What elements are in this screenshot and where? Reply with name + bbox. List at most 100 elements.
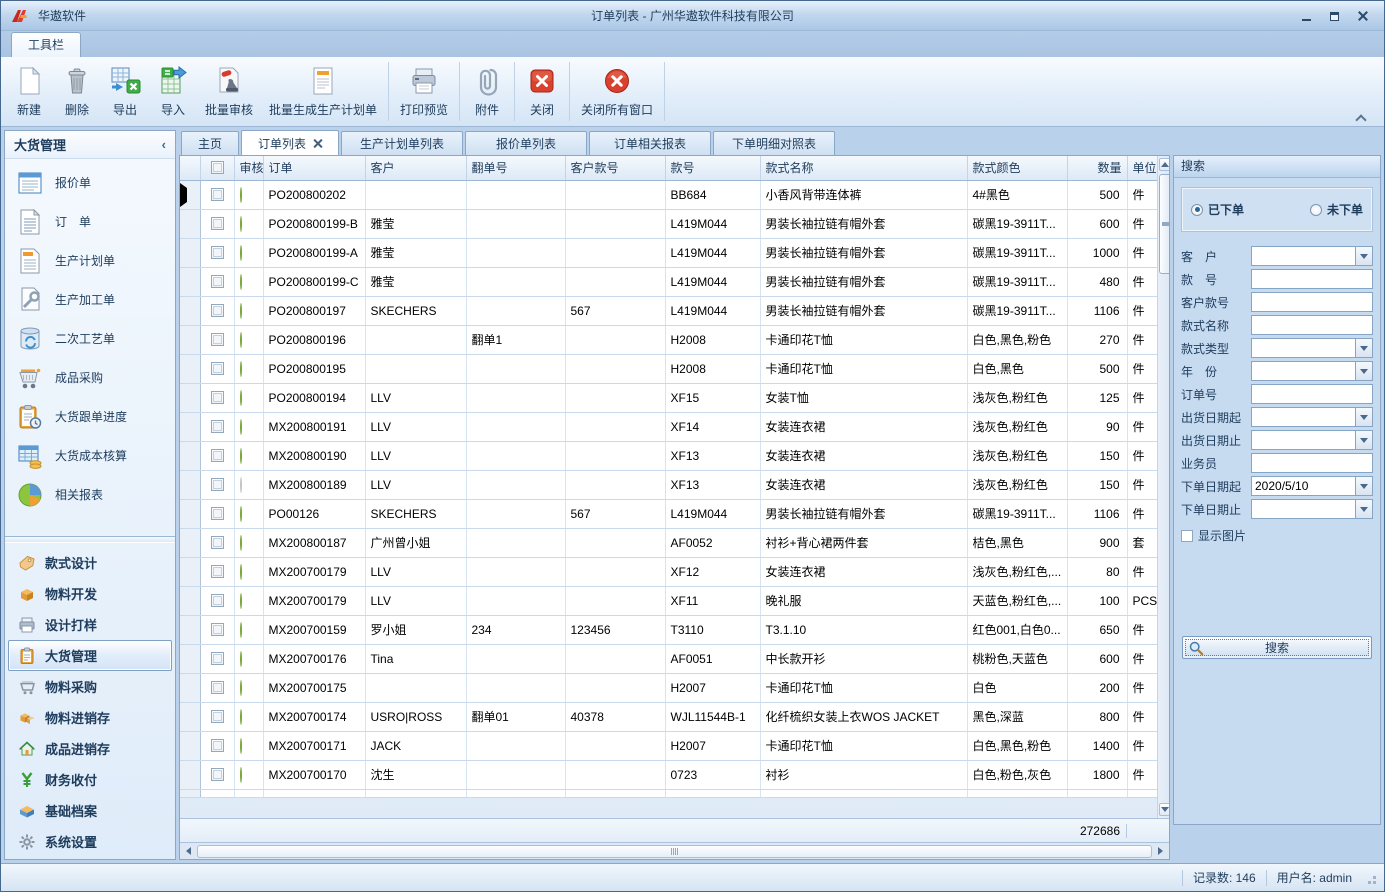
search-field-combo-input[interactable] (1251, 499, 1356, 519)
toolbar-button[interactable]: 批量审核 (197, 59, 261, 124)
show-image-checkbox[interactable] (1181, 530, 1193, 542)
sidebar-module-item[interactable]: 成品进销存 (8, 733, 172, 764)
row-checkbox[interactable] (211, 536, 224, 549)
tab[interactable]: 主页 (181, 131, 239, 155)
horizontal-scrollbar[interactable] (180, 842, 1169, 859)
column-header[interactable]: 款号 (665, 156, 760, 180)
row-checkbox[interactable] (211, 623, 224, 636)
row-checkbox[interactable] (211, 304, 224, 317)
toolbar-button[interactable]: 附件 (463, 59, 511, 124)
sidebar-collapse-icon[interactable]: ‹ (162, 137, 166, 152)
search-field-text-input[interactable] (1251, 269, 1373, 289)
table-row[interactable]: MX200700176TinaAF0051中长款开衫桃粉色,天蓝色600件 (180, 644, 1157, 673)
row-checkbox[interactable] (211, 391, 224, 404)
column-header[interactable]: 订单 (263, 156, 365, 180)
combo-dropdown-icon[interactable] (1356, 476, 1373, 496)
row-checkbox[interactable] (211, 507, 224, 520)
maximize-button[interactable] (1328, 10, 1340, 21)
row-checkbox[interactable] (211, 362, 224, 375)
table-row[interactable]: PO200800199-C雅莹L419M044男装长袖拉链有帽外套碳黑19-39… (180, 267, 1157, 296)
horizontal-scroll-thumb[interactable] (197, 845, 1152, 858)
table-row[interactable]: MX200700171JACKH2007卡通印花T恤白色,黑色,粉色1400件 (180, 731, 1157, 760)
column-header[interactable]: 数量 (1067, 156, 1127, 180)
table-row[interactable]: MX200800190LLVXF13女装连衣裙浅灰色,粉红色150件 (180, 441, 1157, 470)
sidebar-module-item[interactable]: 物料开发 (8, 578, 172, 609)
search-field-combo-input[interactable] (1251, 430, 1356, 450)
toolbar-button[interactable]: 导出 (101, 59, 149, 124)
sidebar-item[interactable]: 大货跟单进度 (5, 397, 175, 436)
sidebar-splitter[interactable] (5, 536, 175, 543)
row-checkbox[interactable] (211, 768, 224, 781)
tab[interactable]: 生产计划单列表 (341, 131, 463, 155)
search-field-text-input[interactable] (1251, 292, 1373, 312)
search-field-text-input[interactable] (1251, 384, 1373, 404)
search-field-text-input[interactable] (1251, 453, 1373, 473)
table-row[interactable]: PO200800199-A雅莹L419M044男装长袖拉链有帽外套碳黑19-39… (180, 238, 1157, 267)
sidebar-item[interactable]: 二次工艺单 (5, 319, 175, 358)
table-row[interactable]: PO200800195H2008卡通印花T恤白色,黑色500件 (180, 354, 1157, 383)
row-checkbox[interactable] (211, 246, 224, 259)
sidebar-item[interactable]: 生产加工单 (5, 280, 175, 319)
sidebar-module-item[interactable]: 款式设计 (8, 547, 172, 578)
table-row[interactable]: PO200800194LLVXF15女装T恤浅灰色,粉红色125件 (180, 383, 1157, 412)
sidebar-module-item[interactable]: 物料采购 (8, 671, 172, 702)
toolbar-button[interactable]: 新建 (5, 59, 53, 124)
search-field-combo-input[interactable] (1251, 361, 1356, 381)
column-header[interactable]: 单位 (1127, 156, 1157, 180)
row-checkbox[interactable] (211, 333, 224, 346)
row-checkbox[interactable] (211, 449, 224, 462)
table-row[interactable]: MX200800191LLVXF14女装连衣裙浅灰色,粉红色90件 (180, 412, 1157, 441)
scroll-down-icon[interactable] (1159, 803, 1170, 816)
resize-grip[interactable] (1364, 872, 1376, 884)
toolbar-button[interactable]: 导入 (149, 59, 197, 124)
table-row[interactable]: PO00126SKECHERS567L419M044男装长袖拉链有帽外套碳黑19… (180, 499, 1157, 528)
table-row[interactable]: PO200800202BB684小香风背带连体裤4#黑色500件 (180, 180, 1157, 209)
search-field-combo-input[interactable] (1251, 246, 1356, 266)
ribbon-tab-toolbar[interactable]: 工具栏 (11, 32, 81, 57)
column-header[interactable]: 款式名称 (760, 156, 967, 180)
row-checkbox[interactable] (211, 275, 224, 288)
sidebar-item[interactable]: 订 单 (5, 202, 175, 241)
tab-close-icon[interactable] (313, 139, 322, 148)
row-checkbox[interactable] (211, 217, 224, 230)
scroll-right-icon[interactable] (1154, 845, 1167, 858)
row-checkbox[interactable] (211, 594, 224, 607)
row-checkbox[interactable] (211, 681, 224, 694)
sidebar-item[interactable]: 成品采购 (5, 358, 175, 397)
collapse-ribbon-icon[interactable] (1357, 114, 1366, 120)
table-row[interactable]: MX200700170沈生0723衬衫白色,粉色,灰色1800件 (180, 760, 1157, 789)
tab[interactable]: 下单明细对照表 (713, 131, 835, 155)
combo-dropdown-icon[interactable] (1356, 361, 1373, 381)
toolbar-button[interactable]: 关闭所有窗口 (573, 59, 661, 124)
table-row[interactable]: MX200700175H2007卡通印花T恤白色200件 (180, 673, 1157, 702)
toolbar-button[interactable]: 打印预览 (392, 59, 456, 124)
sidebar-module-item[interactable]: 设计打样 (8, 609, 172, 640)
minimize-button[interactable] (1300, 10, 1312, 21)
sidebar-module-item[interactable]: 大货管理 (8, 640, 172, 671)
row-checkbox[interactable] (211, 478, 224, 491)
scroll-up-icon[interactable] (1159, 158, 1170, 171)
select-all-checkbox[interactable] (211, 161, 224, 174)
sidebar-module-item[interactable]: 物料进销存 (8, 702, 172, 733)
table-row[interactable]: MX200700174USRO|ROSS翻单0140378WJL11544B-1… (180, 702, 1157, 731)
column-header[interactable]: 款式颜色 (967, 156, 1067, 180)
column-header[interactable]: 审核 (234, 156, 263, 180)
table-row[interactable]: PO200800197SKECHERS567L419M044男装长袖拉链有帽外套… (180, 296, 1157, 325)
combo-dropdown-icon[interactable] (1356, 430, 1373, 450)
table-row[interactable]: PO200800196翻单1H2008卡通印花T恤白色,黑色,粉色270件 (180, 325, 1157, 354)
toolbar-button[interactable]: 关闭 (518, 59, 566, 124)
table-row[interactable]: MX200700159罗小姐234123456T3110T3.1.10红色001… (180, 615, 1157, 644)
search-field-combo-input[interactable] (1251, 407, 1356, 427)
sidebar-item[interactable]: 生产计划单 (5, 241, 175, 280)
row-checkbox[interactable] (211, 420, 224, 433)
combo-dropdown-icon[interactable] (1356, 499, 1373, 519)
sidebar-module-item[interactable]: 基础档案 (8, 795, 172, 826)
column-header[interactable]: 客户 (365, 156, 466, 180)
row-checkbox[interactable] (211, 565, 224, 578)
vertical-scrollbar[interactable] (1157, 156, 1169, 818)
table-row[interactable]: MX200800189LLVXF13女装连衣裙浅灰色,粉红色150件 (180, 470, 1157, 499)
search-field-combo-input[interactable]: 2020/5/10 (1251, 476, 1356, 496)
close-button[interactable] (1356, 10, 1368, 21)
sidebar-item[interactable]: 报价单 (5, 163, 175, 202)
tab[interactable]: 订单列表 (241, 130, 339, 155)
